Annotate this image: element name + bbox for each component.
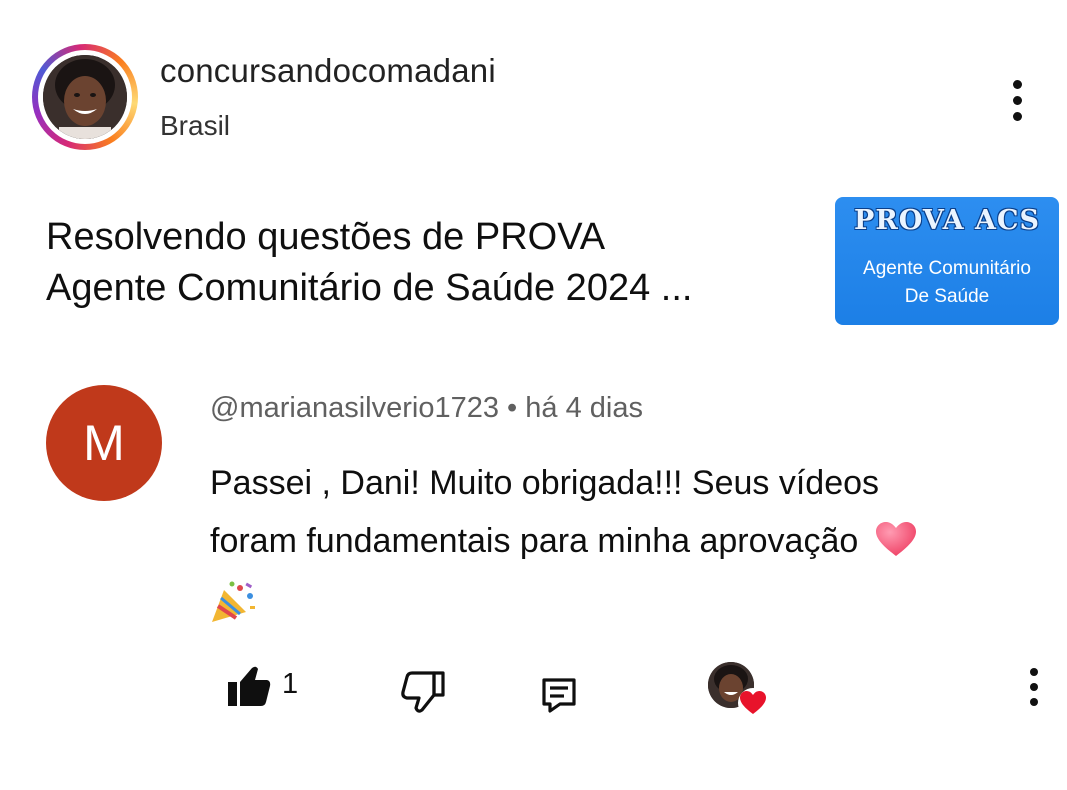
comment-text-line2: foram fundamentais para minha aprovação	[210, 522, 859, 560]
thumbs-up-icon[interactable]	[226, 664, 272, 708]
profile-avatar-ring[interactable]	[32, 44, 138, 150]
comment-time: há 4 dias	[525, 392, 643, 424]
channel-location: Brasil	[160, 110, 231, 141]
creator-heart-icon	[708, 662, 770, 720]
comment-text: Passei , Dani! Muito obrigada!!! Seus ví…	[210, 454, 1040, 642]
heart-icon	[738, 688, 768, 718]
comment-text-line1: Passei , Dani! Muito obrigada!!! Seus ví…	[210, 464, 880, 502]
like-count: 1	[282, 668, 299, 700]
reply-icon[interactable]	[540, 676, 578, 714]
thumbnail-subtitle: Agente Comunitário De Saúde	[835, 255, 1059, 311]
comment-author[interactable]: @marianasilverio1723	[210, 392, 499, 424]
commenter-avatar[interactable]: M	[46, 385, 162, 501]
thumbnail-sub-line1: Agente Comunitário	[863, 258, 1031, 279]
thumbnail-sub-line2: De Saúde	[904, 286, 990, 307]
thumbs-down-icon[interactable]	[400, 670, 446, 714]
meta-separator: •	[507, 392, 518, 424]
party-popper-emoji-icon	[210, 580, 1040, 642]
profile-avatar	[43, 55, 127, 139]
heart-emoji-icon	[875, 518, 916, 576]
video-title-line1: Resolvendo questões de PROVA	[46, 216, 606, 258]
channel-username[interactable]: concursandocomadani	[160, 52, 496, 90]
comment-text-line2-wrap: foram fundamentais para minha aprovação	[210, 512, 1040, 576]
thumbnail-heading: PROVA ACS	[854, 205, 1040, 236]
comment-meta: @marianasilverio1723 • há 4 dias	[210, 392, 643, 425]
more-vertical-icon[interactable]	[998, 76, 1038, 124]
video-title[interactable]: Resolvendo questões de PROVA Agente Comu…	[46, 212, 816, 314]
video-title-line2: Agente Comunitário de Saúde 2024 ...	[46, 267, 693, 309]
comment-more-vertical-icon[interactable]	[1020, 664, 1050, 712]
video-thumbnail[interactable]: PROVA ACS Agente Comunitário De Saúde	[835, 197, 1059, 325]
